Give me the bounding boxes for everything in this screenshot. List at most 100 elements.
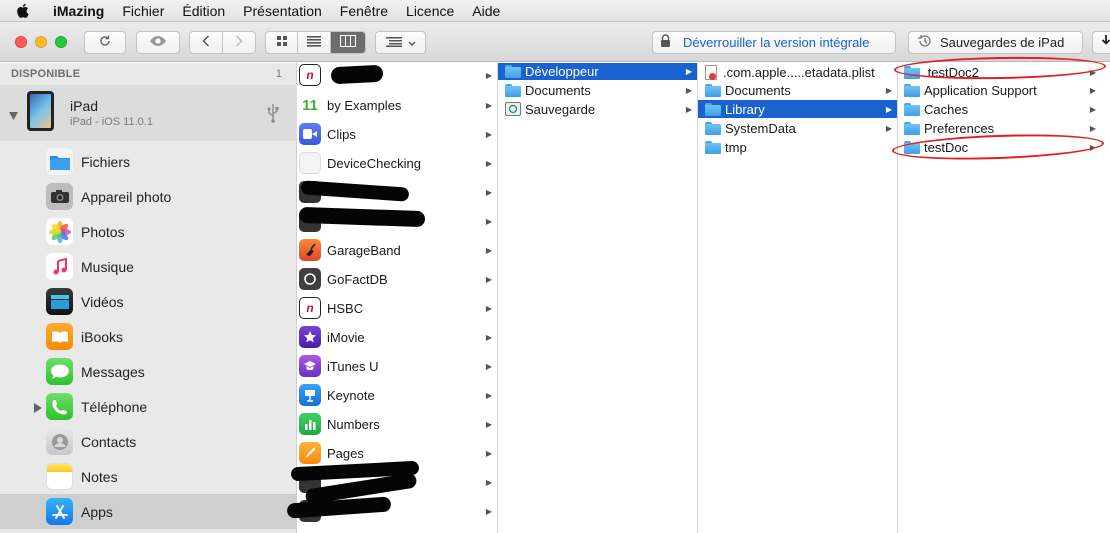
list-item[interactable]: Clips ▶ bbox=[297, 120, 497, 148]
sidebar-item-label: Vidéos bbox=[81, 293, 124, 310]
sidebar-item-notes[interactable]: Notes bbox=[0, 459, 297, 494]
list-item[interactable]: Application Support ▶ bbox=[898, 81, 1110, 99]
containers-column: Développeur ▶ Documents ▶ Sauvegarde ▶ bbox=[498, 63, 698, 533]
chevron-right-icon: ▶ bbox=[885, 85, 892, 95]
chevron-right-icon: ▶ bbox=[485, 506, 492, 516]
sidebar-item-musique[interactable]: Musique bbox=[0, 249, 297, 284]
folder-icon bbox=[705, 121, 721, 135]
list-item[interactable]: GoFactDB ▶ bbox=[297, 265, 497, 293]
list-item[interactable]: DeviceChecking ▶ bbox=[297, 149, 497, 177]
sidebar-item-photos[interactable]: Photos bbox=[0, 214, 297, 249]
chevron-right-icon: ▶ bbox=[485, 419, 492, 429]
list-item[interactable]: Library ▶ bbox=[698, 100, 897, 118]
folder-icon bbox=[505, 83, 521, 97]
column-view-button[interactable] bbox=[330, 32, 365, 53]
unlock-full-version-button[interactable]: Déverrouiller la version intégrale bbox=[652, 31, 896, 54]
chevron-right-icon: ▶ bbox=[485, 187, 492, 197]
sidebar-item-videos[interactable]: Vidéos bbox=[0, 284, 297, 319]
folder-label: Documents bbox=[525, 82, 591, 98]
menu-licence[interactable]: Licence bbox=[397, 3, 463, 19]
list-item[interactable]: Keynote ▶ bbox=[297, 381, 497, 409]
menu-imazing[interactable]: iMazing bbox=[44, 3, 113, 19]
chevron-right-icon: ▶ bbox=[485, 361, 492, 371]
list-item[interactable]: Documents ▶ bbox=[698, 81, 897, 99]
sidebar-item-label: Apps bbox=[81, 503, 113, 520]
disclosure-triangle-icon[interactable] bbox=[34, 401, 42, 416]
icon-view-button[interactable] bbox=[266, 32, 299, 53]
chevron-right-icon: ▶ bbox=[485, 274, 492, 284]
sidebar-item-label: Notes bbox=[81, 468, 118, 485]
unlock-label: Déverrouiller la version intégrale bbox=[683, 35, 870, 50]
forward-button[interactable] bbox=[223, 32, 256, 53]
arrange-menu-button[interactable] bbox=[375, 31, 426, 54]
folder-label: Sauvegarde bbox=[525, 101, 596, 117]
menu-aide[interactable]: Aide bbox=[463, 3, 509, 19]
sidebar-item-contacts[interactable]: Contacts bbox=[0, 424, 297, 459]
chevron-down-icon bbox=[408, 35, 416, 50]
sidebar: DISPONIBLE 1 iPad iPad - iOS 11.0.1 Fich… bbox=[0, 63, 297, 533]
menu-presentation[interactable]: Présentation bbox=[234, 3, 331, 19]
plist-file-icon bbox=[705, 64, 717, 80]
list-item[interactable]: SystemData ▶ bbox=[698, 119, 897, 137]
app-label: iMovie bbox=[327, 329, 365, 345]
app-label: Clips bbox=[327, 126, 356, 142]
apple-menu-icon[interactable] bbox=[0, 0, 44, 22]
list-view-button[interactable] bbox=[298, 32, 331, 53]
close-window-button[interactable] bbox=[15, 36, 27, 48]
menu-edition[interactable]: Édition bbox=[173, 3, 234, 19]
folder-icon bbox=[505, 65, 521, 78]
videos-icon bbox=[46, 288, 73, 315]
list-item[interactable]: iMovie ▶ bbox=[297, 323, 497, 351]
chevron-right-icon: ▶ bbox=[485, 129, 492, 139]
sidebar-item-fichiers[interactable]: Fichiers bbox=[0, 144, 297, 179]
chevron-right-icon: ▶ bbox=[485, 303, 492, 313]
zoom-window-button[interactable] bbox=[55, 36, 67, 48]
sidebar-item-apps[interactable]: Apps bbox=[0, 494, 297, 529]
sidebar-item-telephone[interactable]: Téléphone bbox=[0, 389, 297, 424]
preview-button[interactable] bbox=[136, 31, 180, 54]
chevron-right-icon: ▶ bbox=[485, 332, 492, 342]
folder-label: SystemData bbox=[725, 120, 796, 136]
chevron-right-icon: ▶ bbox=[485, 245, 492, 255]
menu-fenetre[interactable]: Fenêtre bbox=[331, 3, 397, 19]
menu-fichier[interactable]: Fichier bbox=[113, 3, 173, 19]
list-item[interactable]: 11 by Examples ▶ bbox=[297, 92, 497, 119]
usb-icon bbox=[267, 103, 279, 126]
list-item[interactable]: n ▶ bbox=[297, 63, 497, 87]
refresh-button[interactable] bbox=[84, 31, 126, 54]
file-label: .com.apple.....etadata.plist bbox=[723, 64, 875, 80]
sidebar-item-ibooks[interactable]: iBooks bbox=[0, 319, 297, 354]
sidebar-item-messages[interactable]: Messages bbox=[0, 354, 297, 389]
sidebar-item-label: iBooks bbox=[81, 328, 124, 345]
app-label: Keynote bbox=[327, 387, 375, 403]
list-item[interactable]: Numbers ▶ bbox=[297, 410, 497, 438]
app-label: Numbers bbox=[327, 416, 380, 432]
appstore-icon bbox=[46, 498, 73, 525]
device-row-ipad[interactable]: iPad iPad - iOS 11.0.1 bbox=[0, 85, 297, 141]
app-label: by Examples bbox=[327, 98, 402, 113]
back-button[interactable] bbox=[190, 32, 223, 53]
list-item[interactable]: Documents ▶ bbox=[498, 81, 697, 99]
list-item[interactable]: iTunes U ▶ bbox=[297, 352, 497, 380]
ipad-backups-button[interactable]: Sauvegardes de iPad bbox=[908, 31, 1083, 54]
menu-bar: iMazing Fichier Édition Présentation Fen… bbox=[0, 0, 1110, 22]
list-item[interactable]: .com.apple.....etadata.plist bbox=[698, 63, 897, 81]
chevron-right-icon: ▶ bbox=[1089, 104, 1096, 114]
disclosure-triangle-icon[interactable] bbox=[9, 108, 18, 123]
list-item[interactable]: Sauvegarde ▶ bbox=[498, 100, 697, 118]
files-icon bbox=[46, 148, 73, 175]
sidebar-item-appareil-photo[interactable]: Appareil photo bbox=[0, 179, 297, 214]
list-item[interactable]: tmp bbox=[698, 138, 897, 156]
list-item[interactable]: n HSBC ▶ bbox=[297, 294, 497, 322]
imovie-icon bbox=[299, 326, 321, 348]
list-item[interactable]: Caches ▶ bbox=[898, 100, 1110, 118]
folder-icon bbox=[904, 121, 920, 135]
chevron-right-icon: ▶ bbox=[1089, 85, 1096, 95]
minimize-window-button[interactable] bbox=[35, 36, 47, 48]
ibooks-icon bbox=[46, 323, 73, 350]
gofactdb-icon bbox=[299, 268, 321, 290]
list-item[interactable]: GarageBand ▶ bbox=[297, 236, 497, 264]
sidebar-item-label: Contacts bbox=[81, 433, 137, 450]
list-item[interactable]: Développeur ▶ bbox=[498, 63, 697, 80]
download-button[interactable] bbox=[1092, 31, 1110, 54]
